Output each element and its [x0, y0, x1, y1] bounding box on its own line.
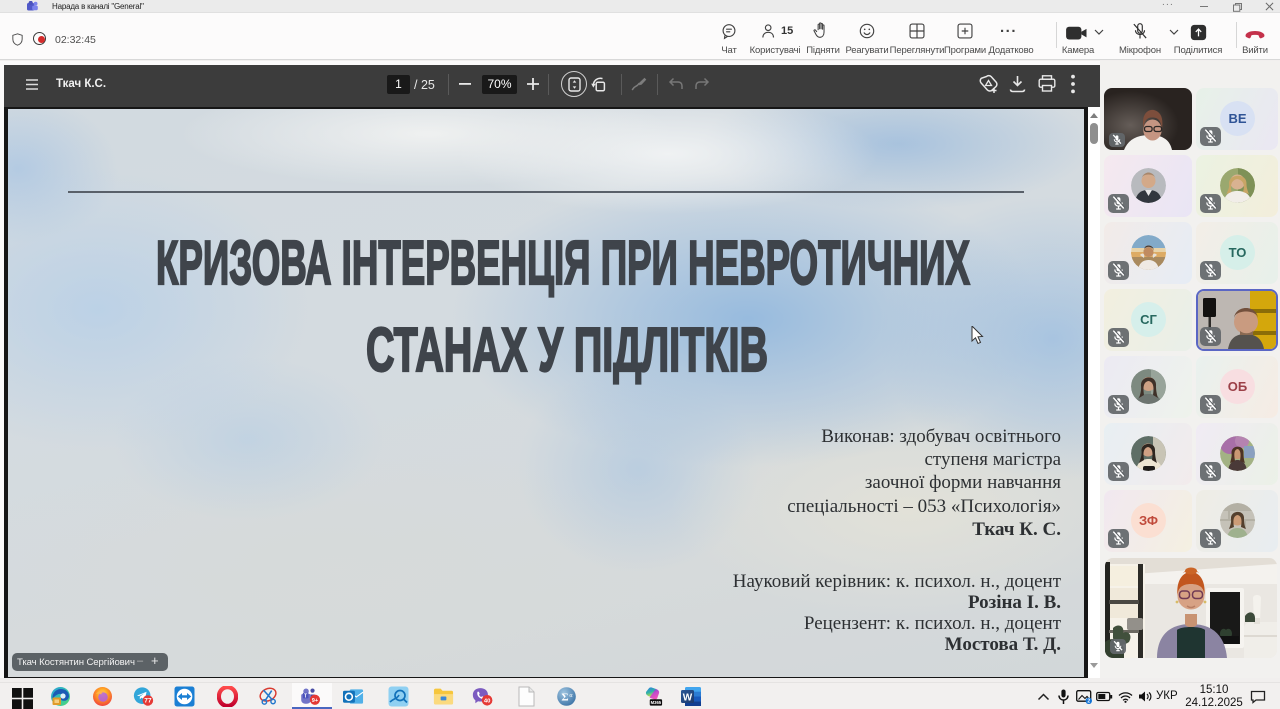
svg-text:W: W: [683, 693, 693, 704]
svg-text:2: 2: [1087, 699, 1090, 704]
svg-text:СТАНАХ У ПІДЛІТКІВ: СТАНАХ У ПІДЛІТКІВ: [366, 316, 768, 385]
svg-text:Σ: Σ: [561, 692, 568, 704]
svg-text:КРИЗОВА ІНТЕРВЕНЦІЯ ПРИ НЕВРОТ: КРИЗОВА ІНТЕРВЕНЦІЯ ПРИ НЕВРОТИЧНИХ: [156, 229, 970, 298]
svg-text:9+: 9+: [312, 698, 319, 704]
svg-text:M365: M365: [651, 700, 662, 705]
svg-text:77: 77: [144, 698, 152, 705]
svg-text:40: 40: [484, 699, 491, 705]
